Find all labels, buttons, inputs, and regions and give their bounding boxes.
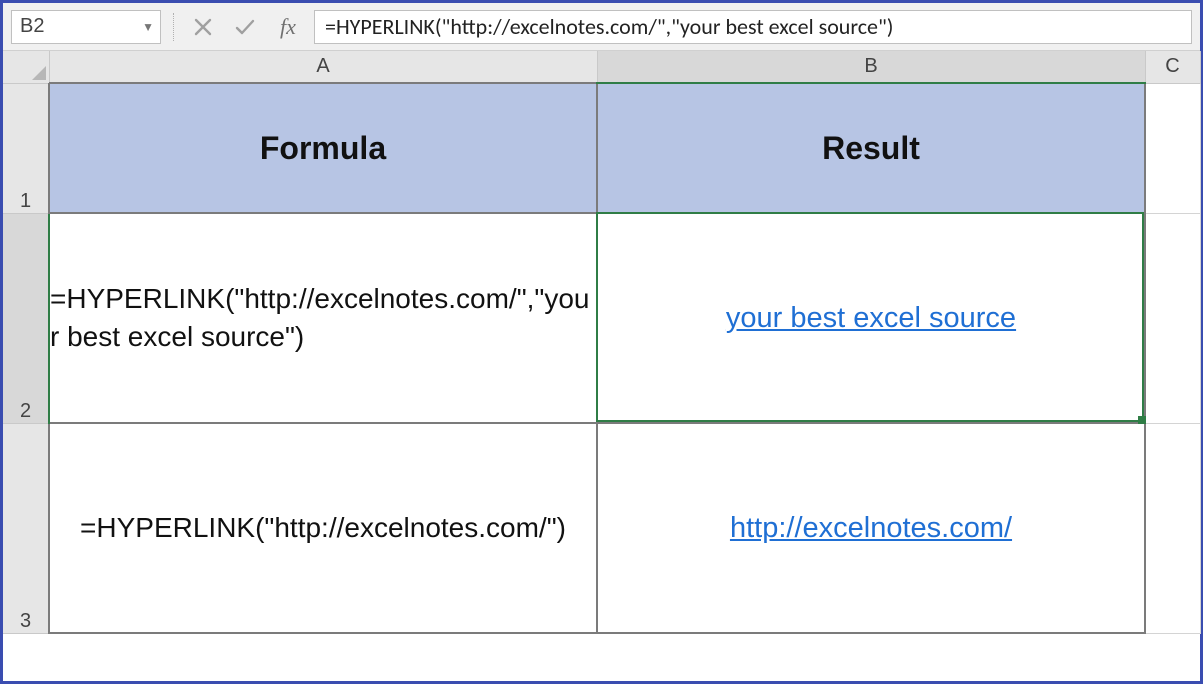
name-box[interactable]: B2 ▼ (11, 10, 161, 44)
spreadsheet-grid[interactable]: A B C 1 Formula Result 2 =HYPERLINK("htt… (3, 51, 1200, 681)
cancel-formula-button[interactable] (186, 10, 220, 44)
formula-bar: B2 ▼ fx =HYPERLINK("http://excelnotes.co… (3, 3, 1200, 51)
hyperlink[interactable]: http://excelnotes.com/ (730, 512, 1012, 544)
enter-formula-button[interactable] (228, 10, 262, 44)
close-icon (193, 17, 213, 37)
formula-input[interactable]: =HYPERLINK("http://excelnotes.com/","you… (314, 10, 1192, 44)
column-header-b[interactable]: B (597, 51, 1145, 83)
cell-c1[interactable] (1145, 83, 1200, 213)
cell-value: Formula (260, 130, 386, 166)
select-all-corner[interactable] (3, 51, 49, 83)
column-header-label: A (316, 55, 329, 77)
formula-input-value: =HYPERLINK("http://excelnotes.com/","you… (325, 13, 893, 40)
cell-a1[interactable]: Formula (49, 83, 597, 213)
column-header-a[interactable]: A (49, 51, 597, 83)
cell-b1[interactable]: Result (597, 83, 1145, 213)
cell-b2[interactable]: your best excel source (597, 213, 1145, 423)
cell-value: =HYPERLINK("http://excelnotes.com/","you… (50, 280, 596, 356)
cell-c3[interactable] (1145, 423, 1200, 633)
row-header-1[interactable]: 1 (3, 83, 49, 213)
separator (173, 13, 174, 41)
row-header-2[interactable]: 2 (3, 213, 49, 423)
column-header-c[interactable]: C (1145, 51, 1200, 83)
cell-b3[interactable]: http://excelnotes.com/ (597, 423, 1145, 633)
row-header-3[interactable]: 3 (3, 423, 49, 633)
row-header-label: 1 (20, 190, 31, 212)
row-header-label: 3 (20, 610, 31, 632)
column-header-label: B (864, 55, 877, 77)
cell-a2[interactable]: =HYPERLINK("http://excelnotes.com/","you… (49, 213, 597, 423)
hyperlink[interactable]: your best excel source (726, 302, 1016, 334)
name-box-value: B2 (20, 15, 44, 38)
cell-c2[interactable] (1145, 213, 1200, 423)
check-icon (234, 16, 256, 38)
row-header-label: 2 (20, 400, 31, 422)
chevron-down-icon[interactable]: ▼ (142, 20, 154, 34)
cell-a3[interactable]: =HYPERLINK("http://excelnotes.com/") (49, 423, 597, 633)
fx-icon: fx (280, 14, 296, 39)
app-frame: B2 ▼ fx =HYPERLINK("http://excelnotes.co… (0, 0, 1203, 684)
cell-value: =HYPERLINK("http://excelnotes.com/") (50, 509, 596, 547)
cell-value: Result (822, 130, 920, 166)
insert-function-button[interactable]: fx (270, 14, 306, 40)
column-header-label: C (1165, 55, 1179, 77)
